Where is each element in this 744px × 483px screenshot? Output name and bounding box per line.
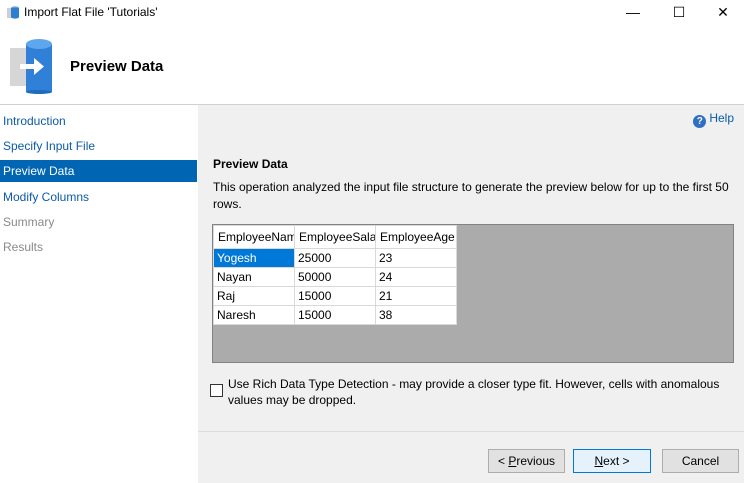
previous-button[interactable]: < Previous — [488, 449, 565, 473]
table-cell[interactable]: 38 — [375, 305, 457, 325]
help-link[interactable]: ? Help — [693, 111, 734, 128]
column-header[interactable]: EmployeeSalary — [294, 225, 376, 249]
minimize-button[interactable]: — — [610, 0, 656, 24]
sidebar-item-modify-columns[interactable]: Modify Columns — [0, 186, 197, 208]
table-header-row: EmployeeName EmployeeSalary EmployeeAge — [213, 225, 457, 249]
footer-divider — [198, 431, 744, 432]
table-cell[interactable]: 23 — [375, 248, 457, 268]
sidebar-item-introduction[interactable]: Introduction — [0, 110, 197, 132]
main-panel: ? Help Preview Data This operation analyz… — [198, 105, 744, 483]
table-cell[interactable]: 24 — [375, 267, 457, 287]
page-title: Preview Data — [70, 58, 164, 75]
table-cell[interactable]: 25000 — [294, 248, 376, 268]
wizard-sidebar: Introduction Specify Input File Preview … — [0, 105, 197, 483]
preview-grid[interactable]: EmployeeName EmployeeSalary EmployeeAge … — [212, 224, 734, 363]
sidebar-item-specify-input-file[interactable]: Specify Input File — [0, 135, 197, 157]
close-button[interactable]: ✕ — [700, 0, 744, 24]
table-cell[interactable]: Raj — [213, 286, 295, 306]
table-cell[interactable]: Naresh — [213, 305, 295, 325]
sidebar-item-preview-data[interactable]: Preview Data — [0, 160, 197, 182]
preview-table[interactable]: EmployeeName EmployeeSalary EmployeeAge … — [213, 225, 457, 325]
cancel-button[interactable]: Cancel — [662, 449, 739, 473]
import-database-icon — [10, 39, 52, 94]
table-cell[interactable]: 50000 — [294, 267, 376, 287]
table-cell[interactable]: Yogesh — [213, 248, 295, 268]
maximize-button[interactable]: ☐ — [656, 0, 702, 24]
column-header[interactable]: EmployeeAge — [375, 225, 457, 249]
table-cell[interactable]: 15000 — [294, 286, 376, 306]
rich-detection-checkbox[interactable] — [210, 384, 223, 397]
column-header[interactable]: EmployeeName — [213, 225, 295, 249]
sidebar-item-summary: Summary — [3, 215, 55, 229]
sidebar-item-results: Results — [3, 240, 44, 254]
help-icon: ? — [693, 115, 707, 128]
section-title: Preview Data — [213, 157, 288, 171]
title-bar: Import Flat File 'Tutorials' — ☐ ✕ — [0, 0, 744, 24]
database-app-icon — [7, 6, 19, 19]
table-cell[interactable]: 15000 — [294, 305, 376, 325]
help-label: Help — [709, 111, 734, 125]
page-header: Preview Data — [0, 24, 744, 104]
window-title: Import Flat File 'Tutorials' — [24, 5, 158, 19]
table-row[interactable]: Nayan 50000 24 — [213, 267, 457, 287]
rich-detection-label[interactable]: Use Rich Data Type Detection - may provi… — [228, 376, 728, 408]
table-cell[interactable]: Nayan — [213, 267, 295, 287]
table-row[interactable]: Naresh 15000 38 — [213, 305, 457, 325]
table-row[interactable]: Yogesh 25000 23 — [213, 248, 457, 268]
section-description: This operation analyzed the input file s… — [213, 180, 729, 211]
next-button[interactable]: Next > — [573, 449, 651, 473]
table-cell[interactable]: 21 — [375, 286, 457, 306]
table-row[interactable]: Raj 15000 21 — [213, 286, 457, 306]
